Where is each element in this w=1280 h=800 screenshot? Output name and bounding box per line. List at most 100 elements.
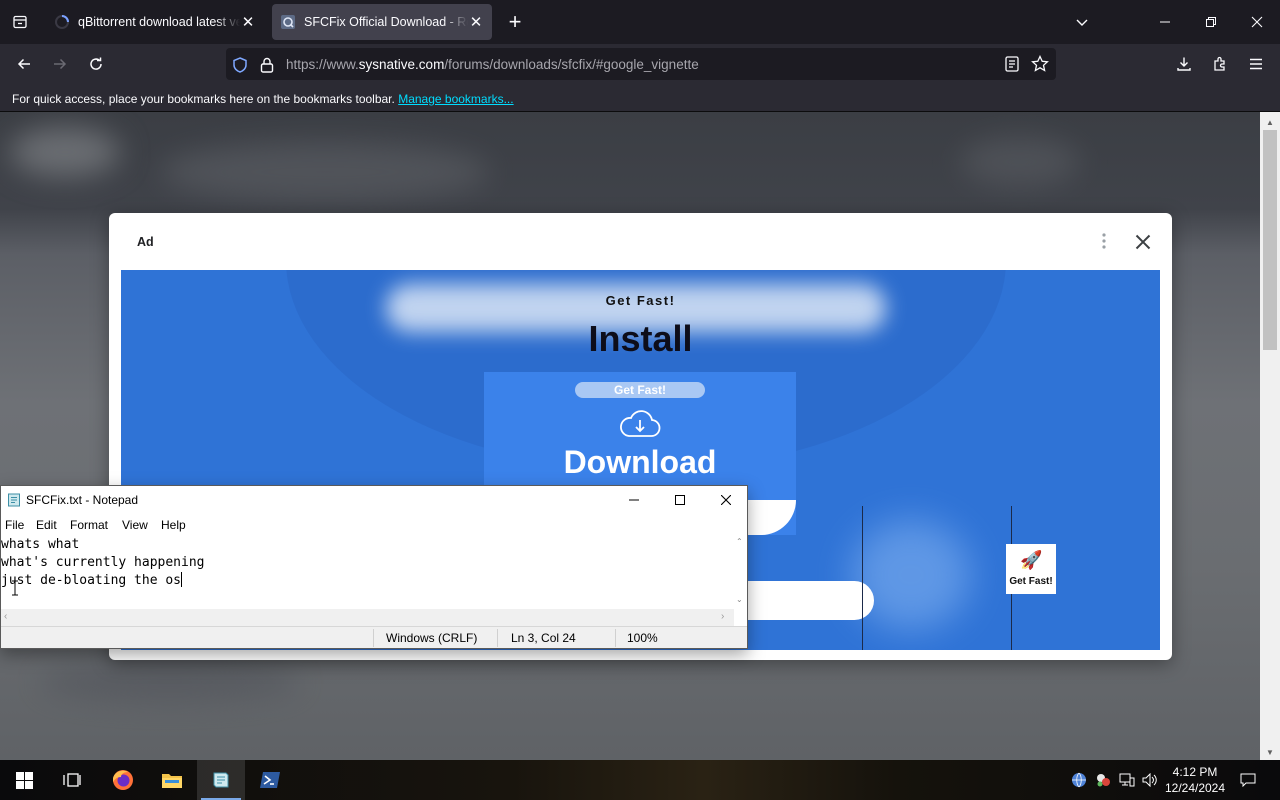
url-domain: sysnative.com: [358, 57, 445, 72]
manage-bookmarks-link[interactable]: Manage bookmarks...: [398, 92, 513, 106]
scrollbar-thumb[interactable]: [1263, 130, 1277, 350]
scroll-right-chevron-icon[interactable]: ›: [721, 611, 724, 622]
bookmark-star-icon[interactable]: [1031, 54, 1049, 73]
notepad-maximize-icon[interactable]: [657, 486, 703, 514]
spinner-icon: [54, 14, 70, 30]
list-all-tabs-chevron-icon[interactable]: [1070, 10, 1094, 34]
notepad-taskbar-icon[interactable]: [197, 760, 245, 800]
system-clock[interactable]: 4:12 PM 12/24/2024: [1160, 764, 1230, 796]
powershell-icon[interactable]: [246, 760, 294, 800]
ad-divider: [862, 506, 863, 650]
scroll-up-arrow-icon[interactable]: ▲: [1260, 114, 1280, 130]
ad-brand-text: Get Fast!: [605, 293, 676, 308]
text-caret: [181, 572, 183, 587]
status-divider: [497, 629, 498, 647]
ad-close-icon[interactable]: [1131, 230, 1155, 254]
downloads-icon[interactable]: [1170, 50, 1198, 78]
tab-sfcfix[interactable]: SFCFix Official Download - Reports ✕: [272, 4, 492, 40]
scroll-down-arrow-icon[interactable]: ▼: [1260, 744, 1280, 760]
notepad-title: SFCFix.txt - Notepad: [26, 493, 139, 507]
status-divider: [373, 629, 374, 647]
status-divider: [615, 629, 616, 647]
back-arrow-icon[interactable]: [10, 50, 38, 78]
extensions-icon[interactable]: [1206, 50, 1234, 78]
network-icon[interactable]: [1118, 772, 1136, 788]
cloud-download-icon: [617, 408, 663, 442]
reader-view-icon[interactable]: [1003, 55, 1021, 73]
ad-label: Ad: [137, 235, 154, 249]
text-line-current: just de-bloating the os: [1, 572, 735, 590]
file-explorer-icon[interactable]: [148, 760, 196, 800]
tab-title: qBittorrent download latest version: [78, 15, 240, 29]
close-window-icon[interactable]: [1234, 0, 1280, 44]
text-line: just de-bloating the os: [1, 573, 182, 588]
text-line: what's currently happening: [1, 555, 205, 570]
ad-headline: Install: [588, 318, 693, 359]
status-cursor-position: Ln 3, Col 24: [511, 631, 576, 645]
scroll-down-chevron-icon[interactable]: ⌄: [736, 595, 743, 604]
text-line: whats what: [1, 537, 80, 552]
text-cursor-ibeam-icon: [11, 580, 19, 596]
restore-icon[interactable]: [1188, 0, 1234, 44]
status-line-ending: Windows (CRLF): [386, 631, 478, 645]
notepad-menubar: File Edit Format View Help: [1, 514, 747, 535]
notepad-titlebar[interactable]: SFCFix.txt - Notepad: [1, 486, 747, 514]
page-scrollbar[interactable]: ▲ ▼: [1260, 112, 1280, 760]
tab-title: SFCFix Official Download - Reports: [304, 15, 468, 29]
scroll-up-chevron-icon[interactable]: ⌃: [736, 537, 743, 546]
bookmarks-toolbar: For quick access, place your bookmarks h…: [0, 84, 1280, 112]
notepad-minimize-icon[interactable]: [611, 486, 657, 514]
blurred-footer-text: [40, 662, 300, 702]
menu-help[interactable]: Help: [161, 518, 186, 532]
notepad-window: SFCFix.txt - Notepad File Edit Format Vi…: [0, 485, 748, 649]
hamburger-menu-icon[interactable]: [1242, 50, 1270, 78]
forward-arrow-icon[interactable]: [46, 50, 74, 78]
language-globe-icon[interactable]: [1070, 772, 1088, 788]
scroll-left-chevron-icon[interactable]: ‹: [4, 611, 7, 622]
tab-bar: qBittorrent download latest version ✕ SF…: [0, 0, 1280, 44]
close-tab-icon[interactable]: ✕: [468, 14, 484, 31]
clock-date: 12/24/2024: [1164, 781, 1226, 795]
notepad-text-area[interactable]: whats what what's currently happening just…: [1, 535, 735, 609]
reload-icon[interactable]: [82, 50, 110, 78]
task-view-icon[interactable]: [48, 760, 96, 800]
ad-app-icon[interactable]: 🚀 Get Fast!: [1006, 544, 1056, 594]
menu-view[interactable]: View: [122, 518, 148, 532]
notifications-icon[interactable]: [1238, 772, 1258, 788]
ad-pill-label: Get Fast!: [575, 382, 705, 398]
tracking-protection-shield-icon[interactable]: [231, 56, 249, 74]
blurred-header-button: [960, 137, 1080, 187]
notepad-statusbar: Windows (CRLF) Ln 3, Col 24 100%: [1, 626, 747, 648]
menu-format[interactable]: Format: [70, 518, 108, 532]
volume-speaker-icon[interactable]: [1141, 772, 1159, 788]
notepad-close-icon[interactable]: [703, 486, 749, 514]
notepad-app-icon: [7, 493, 21, 507]
firefox-taskbar-icon[interactable]: [99, 760, 147, 800]
url-prefix: https://www.: [286, 57, 359, 72]
ad-app-icon-label: Get Fast!: [1009, 576, 1053, 587]
menu-edit[interactable]: Edit: [36, 518, 57, 532]
status-zoom: 100%: [627, 631, 658, 645]
ad-options-kebab-icon[interactable]: [1095, 230, 1113, 252]
bookmarks-toolbar-message: For quick access, place your bookmarks h…: [12, 92, 514, 106]
ad-download-button-text: Download: [563, 444, 717, 480]
notepad-horizontal-scrollbar[interactable]: ‹ ›: [1, 609, 734, 626]
new-tab-plus-icon[interactable]: +: [503, 10, 527, 34]
blurred-logo: [10, 127, 120, 177]
url-text[interactable]: https://www.sysnative.com/forums/downloa…: [286, 57, 699, 72]
padlock-icon[interactable]: [259, 56, 275, 74]
menu-file[interactable]: File: [5, 518, 24, 532]
sysnative-favicon-icon: [280, 14, 296, 30]
close-tab-icon[interactable]: ✕: [240, 14, 256, 31]
rocket-icon: 🚀: [1020, 550, 1043, 570]
firefox-view-icon[interactable]: [6, 10, 34, 34]
bookmarks-hint-text: For quick access, place your bookmarks h…: [12, 92, 395, 106]
security-tray-icon[interactable]: [1094, 772, 1112, 788]
start-windows-icon[interactable]: [0, 760, 48, 800]
notepad-vertical-scrollbar[interactable]: ⌃ ⌄: [734, 535, 747, 609]
minimize-icon[interactable]: [1142, 0, 1188, 44]
clock-time: 4:12 PM: [1172, 765, 1218, 779]
url-path: /forums/downloads/sfcfix/#google_vignett…: [444, 57, 699, 72]
tab-qbittorrent[interactable]: qBittorrent download latest version ✕: [46, 4, 264, 40]
windows-taskbar: 4:12 PM 12/24/2024: [0, 760, 1280, 800]
